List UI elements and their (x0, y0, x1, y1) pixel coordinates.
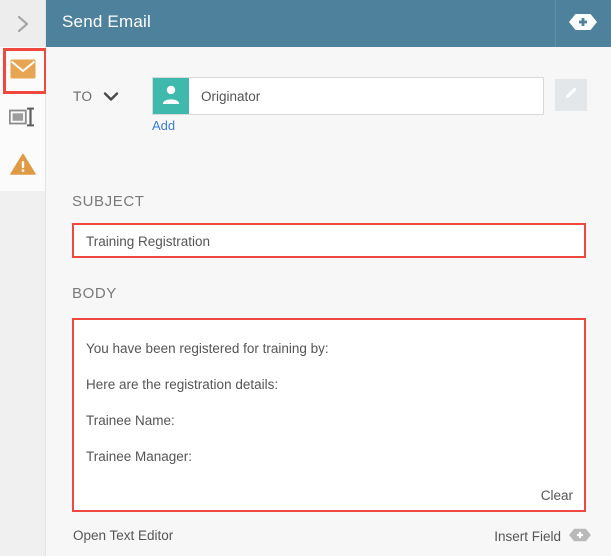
to-dropdown-toggle[interactable] (102, 90, 120, 108)
to-row: TO Originator Add (46, 77, 611, 137)
sidebar-item-warning[interactable] (0, 143, 45, 191)
sidebar-items (0, 47, 47, 191)
chevron-right-icon (15, 13, 31, 35)
subject-input[interactable]: Training Registration (72, 223, 586, 258)
sidebar-expand-toggle[interactable] (0, 0, 45, 47)
body-textarea[interactable]: You have been registered for training by… (72, 318, 586, 512)
open-text-editor-link[interactable]: Open Text Editor (73, 528, 173, 543)
sidebar-item-email[interactable] (0, 47, 47, 95)
subject-label: SUBJECT (72, 193, 145, 210)
text-field-icon (8, 107, 37, 132)
edit-recipients-button[interactable] (555, 79, 587, 111)
send-email-window: Send Email TO Originator Add SUBJECT Tra… (0, 0, 611, 556)
recipient-name: Originator (201, 89, 261, 104)
form-footer: Open Text Editor Insert Field (46, 519, 611, 556)
clear-body-link[interactable]: Clear (541, 488, 573, 503)
sidebar-item-text-field[interactable] (0, 95, 45, 143)
to-label: TO (73, 89, 93, 104)
warning-triangle-icon (9, 153, 36, 181)
insert-field-button[interactable]: Insert Field (494, 528, 592, 545)
insert-field-icon (568, 528, 592, 545)
page-title: Send Email (62, 12, 151, 31)
header-divider (555, 0, 556, 47)
email-form: TO Originator Add SUBJECT Training Regis… (46, 47, 611, 556)
body-lines: You have been registered for training by… (86, 331, 574, 475)
body-label: BODY (72, 285, 117, 302)
person-icon (160, 83, 182, 110)
subject-value: Training Registration (86, 234, 211, 249)
insert-field-icon (568, 13, 598, 36)
window-header: Send Email (46, 0, 611, 47)
header-insert-field-button[interactable] (567, 13, 599, 36)
body-line: Trainee Name: (86, 413, 175, 428)
envelope-icon (10, 59, 36, 84)
left-sidebar (0, 0, 47, 556)
body-line: You have been registered for training by… (86, 341, 329, 356)
to-recipient-input[interactable]: Originator (152, 77, 544, 115)
body-line: Trainee Manager: (86, 449, 193, 464)
body-line: Here are the registration details: (86, 377, 279, 392)
insert-field-label: Insert Field (494, 529, 561, 544)
recipient-chip[interactable] (153, 78, 189, 114)
chevron-down-icon (102, 90, 120, 107)
pencil-icon (562, 84, 580, 107)
add-recipient-link[interactable]: Add (152, 118, 175, 133)
